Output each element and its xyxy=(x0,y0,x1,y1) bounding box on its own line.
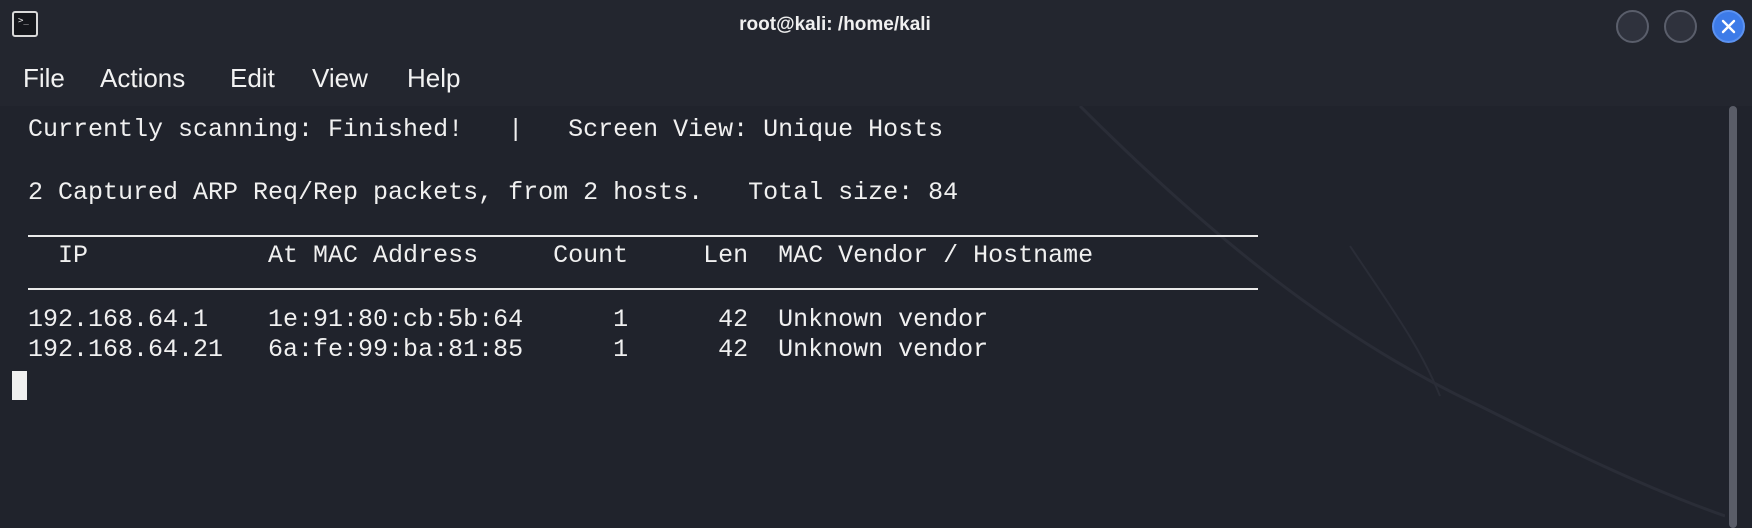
maximize-button[interactable] xyxy=(1664,10,1697,43)
terminal-window: >_ root@kali: /home/kali File Actions Ed… xyxy=(0,0,1752,528)
menu-bar: File Actions Edit View Help xyxy=(0,50,1752,106)
window-title: root@kali: /home/kali xyxy=(739,14,931,35)
table-row: 192.168.64.21 6a:fe:99:ba:81:85 1 42 Unk… xyxy=(28,335,989,364)
title-bar[interactable]: >_ root@kali: /home/kali xyxy=(0,0,1752,50)
table-header: IP At MAC Address Count Len MAC Vendor /… xyxy=(28,241,1094,270)
menu-help[interactable]: Help xyxy=(407,62,460,94)
menu-file[interactable]: File xyxy=(23,62,65,94)
menu-actions[interactable]: Actions xyxy=(100,62,185,94)
summary-line: 2 Captured ARP Req/Rep packets, from 2 h… xyxy=(28,178,959,207)
minimize-button[interactable] xyxy=(1616,10,1649,43)
table-top-rule xyxy=(28,235,1258,237)
table-header-rule xyxy=(28,288,1258,290)
table-row: 192.168.64.1 1e:91:80:cb:5b:64 1 42 Unkn… xyxy=(28,305,989,334)
terminal-output[interactable]: Currently scanning: Finished! | Screen V… xyxy=(0,106,1725,528)
status-line: Currently scanning: Finished! | Screen V… xyxy=(28,115,944,144)
menu-view[interactable]: View xyxy=(312,62,368,94)
close-icon xyxy=(1721,19,1736,34)
vertical-scrollbar[interactable] xyxy=(1725,106,1752,528)
scrollbar-thumb[interactable] xyxy=(1729,106,1737,528)
close-button[interactable] xyxy=(1712,10,1745,43)
text-cursor xyxy=(12,371,27,400)
menu-edit[interactable]: Edit xyxy=(230,62,275,94)
